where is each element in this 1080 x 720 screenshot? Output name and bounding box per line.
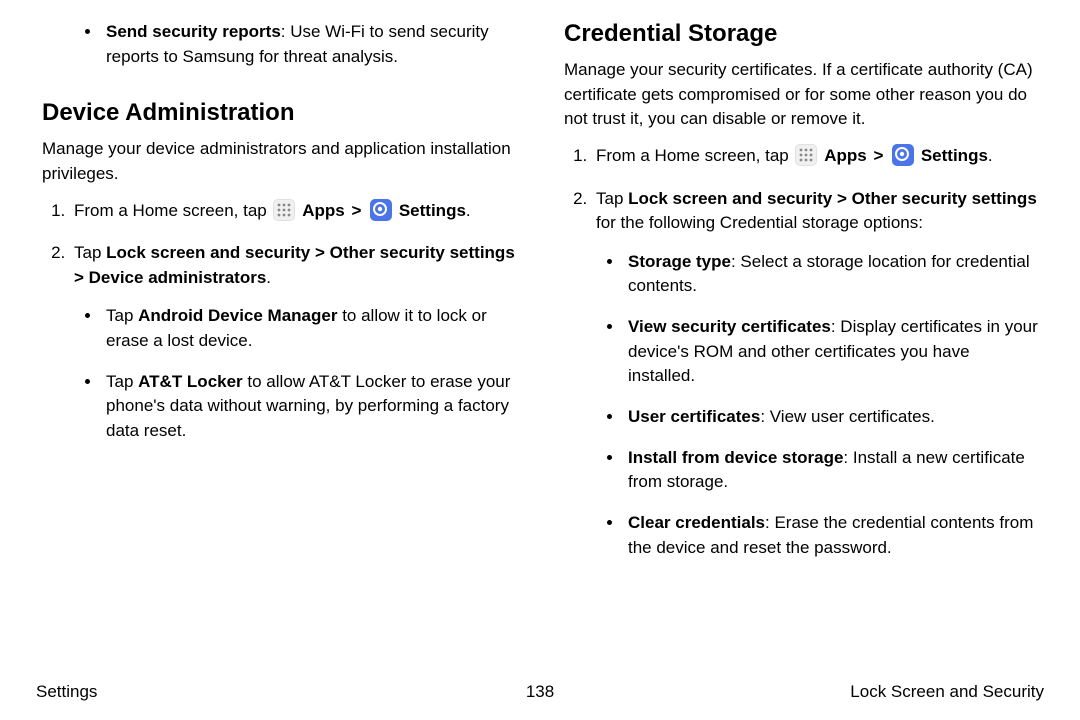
settings-icon [370, 199, 392, 221]
sub2-pre: Tap [106, 372, 138, 391]
cs-step-2: Tap Lock screen and security > Other sec… [592, 187, 1038, 561]
device-admin-heading: Device Administration [42, 99, 516, 127]
footer-left: Settings [36, 682, 97, 702]
cs-step2-pre: Tap [596, 189, 628, 208]
opt2-rest: : View user certificates. [760, 407, 934, 426]
apps-icon [795, 144, 817, 166]
opt-clear-credentials: Clear credentials: Erase the credential … [624, 511, 1038, 560]
sub1-pre: Tap [106, 306, 138, 325]
chevron-right-icon: > [351, 201, 361, 220]
chevron-right-icon: > [873, 146, 883, 165]
settings-label: Settings [921, 146, 988, 165]
sub-att-locker: Tap AT&T Locker to allow AT&T Locker to … [102, 370, 516, 444]
sub-android-device-manager: Tap Android Device Manager to allow it t… [102, 304, 516, 353]
step2-pre: Tap [74, 243, 106, 262]
settings-label: Settings [399, 201, 466, 220]
security-reports-bullet-list: Send security reports: Use Wi-Fi to send… [42, 20, 516, 69]
security-reports-bold: Send security reports [106, 22, 281, 41]
left-column: Send security reports: Use Wi-Fi to send… [32, 20, 540, 700]
device-admin-intro: Manage your device administrators and ap… [42, 137, 516, 186]
cs-step1-post: . [988, 146, 993, 165]
opt-user-certs: User certificates: View user certificate… [624, 405, 1038, 430]
sub1-bold: Android Device Manager [138, 306, 337, 325]
opt4-bold: Clear credentials [628, 513, 765, 532]
step1-post: . [466, 201, 471, 220]
credential-storage-intro: Manage your security certificates. If a … [564, 58, 1038, 132]
settings-icon [892, 144, 914, 166]
opt1-bold: View security certificates [628, 317, 831, 336]
apps-label: Apps [824, 146, 867, 165]
opt-storage-type: Storage type: Select a storage location … [624, 250, 1038, 299]
footer-right: Lock Screen and Security [850, 682, 1044, 702]
footer-page-number: 138 [526, 682, 554, 702]
step-1: From a Home screen, tap Apps > Settings. [70, 199, 516, 224]
cs-step-1: From a Home screen, tap Apps > Settings. [592, 144, 1038, 169]
credential-storage-steps: From a Home screen, tap Apps > Settings.… [564, 144, 1038, 560]
page-footer: Settings 138 Lock Screen and Security [36, 682, 1044, 702]
opt2-bold: User certificates [628, 407, 760, 426]
cs-step2-post: for the following Credential storage opt… [596, 213, 923, 232]
step-2: Tap Lock screen and security > Other sec… [70, 241, 516, 443]
credential-storage-heading: Credential Storage [564, 20, 1038, 48]
step2-bold: Lock screen and security > Other securit… [74, 243, 515, 287]
opt3-bold: Install from device storage [628, 448, 843, 467]
opt-view-security-certs: View security certificates: Display cert… [624, 315, 1038, 389]
apps-icon [273, 199, 295, 221]
sub2-bold: AT&T Locker [138, 372, 243, 391]
apps-label: Apps [302, 201, 345, 220]
credential-options-list: Storage type: Select a storage location … [596, 250, 1038, 560]
opt-install-from-storage: Install from device storage: Install a n… [624, 446, 1038, 495]
step2-post: . [266, 268, 271, 287]
device-admin-sublist: Tap Android Device Manager to allow it t… [74, 304, 516, 443]
manual-page: Send security reports: Use Wi-Fi to send… [0, 0, 1080, 720]
right-column: Credential Storage Manage your security … [540, 20, 1048, 700]
cs-step2-bold: Lock screen and security > Other securit… [628, 189, 1037, 208]
opt0-bold: Storage type [628, 252, 731, 271]
device-admin-steps: From a Home screen, tap Apps > Settings.… [42, 199, 516, 444]
security-reports-item: Send security reports: Use Wi-Fi to send… [102, 20, 516, 69]
step1-pre: From a Home screen, tap [74, 201, 271, 220]
cs-step1-pre: From a Home screen, tap [596, 146, 793, 165]
